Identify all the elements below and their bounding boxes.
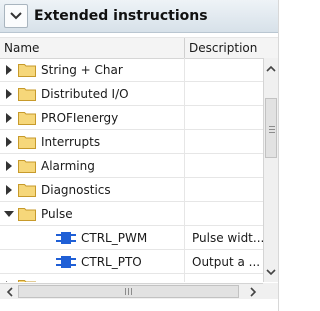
tree-item-alarming[interactable]: Alarming xyxy=(0,154,263,178)
folder-icon xyxy=(18,280,36,282)
folder-icon xyxy=(18,64,36,77)
description-cell xyxy=(184,82,263,105)
tree-item-label: Distributed I/O xyxy=(41,87,129,101)
chevron-right-icon xyxy=(249,286,256,297)
instructions-tree: String + Char Distributed I/O PROFIenerg… xyxy=(0,58,263,282)
triangle-right-icon[interactable] xyxy=(4,113,14,123)
tree-item-label: Diagnostics xyxy=(41,183,111,197)
description-text: Output a ... xyxy=(192,255,261,269)
chevron-down-icon[interactable] xyxy=(4,4,28,28)
triangle-right-icon[interactable] xyxy=(4,161,14,171)
tree-item-string-char[interactable]: String + Char xyxy=(0,58,263,82)
description-cell xyxy=(184,274,263,282)
tree-item-label: String + Char xyxy=(41,63,123,77)
description-cell: Pulse widt... xyxy=(184,226,263,249)
column-header: Name Description xyxy=(0,37,278,59)
folder-icon xyxy=(18,208,36,221)
tree-item-ctrl-pwm[interactable]: CTRL_PWM Pulse widt... xyxy=(0,226,263,250)
scroll-down-button[interactable] xyxy=(264,264,278,280)
triangle-right-icon[interactable] xyxy=(4,89,14,99)
tree-item-diagnostics[interactable]: Diagnostics xyxy=(0,178,263,202)
folder-icon xyxy=(18,112,36,125)
folder-icon xyxy=(18,160,36,173)
horizontal-scrollbar[interactable] xyxy=(0,283,278,299)
tree-item-label: Pulse xyxy=(41,207,73,221)
panel-title-bar[interactable]: Extended instructions xyxy=(0,0,278,33)
description-cell xyxy=(184,106,263,129)
description-cell: Output a ... xyxy=(184,250,263,273)
tree-item-partial[interactable] xyxy=(0,274,263,282)
tree-item-label: CTRL_PWM xyxy=(81,231,148,245)
column-separator[interactable] xyxy=(184,38,185,58)
tree-item-interrupts[interactable]: Interrupts xyxy=(0,130,263,154)
folder-icon xyxy=(18,88,36,101)
scrollbar-corner xyxy=(263,283,278,299)
tree-item-label: Alarming xyxy=(41,159,95,173)
triangle-right-icon[interactable] xyxy=(4,65,14,75)
tree-item-label: CTRL_PTO xyxy=(81,255,142,269)
chevron-left-icon xyxy=(6,286,13,297)
triangle-right-icon[interactable] xyxy=(4,137,14,147)
function-block-icon xyxy=(56,232,76,244)
description-cell xyxy=(184,58,263,81)
scroll-left-button[interactable] xyxy=(1,284,17,299)
tree-item-pulse[interactable]: Pulse xyxy=(0,202,263,226)
triangle-down-icon[interactable] xyxy=(4,209,14,219)
folder-icon xyxy=(18,136,36,149)
vertical-scroll-thumb[interactable] xyxy=(265,98,277,158)
tree-item-ctrl-pto[interactable]: CTRL_PTO Output a ... xyxy=(0,250,263,274)
chevron-up-icon xyxy=(266,65,276,72)
description-text: Pulse widt... xyxy=(192,231,263,245)
tree-item-label: Interrupts xyxy=(41,135,101,149)
description-cell xyxy=(184,154,263,177)
description-cell xyxy=(184,178,263,201)
panel-title: Extended instructions xyxy=(34,8,208,24)
horizontal-scroll-thumb[interactable] xyxy=(18,285,239,298)
function-block-icon xyxy=(56,256,76,268)
panel-edge xyxy=(278,0,293,311)
chevron-down-icon xyxy=(266,268,276,275)
description-cell xyxy=(184,130,263,153)
vertical-scrollbar[interactable] xyxy=(263,58,278,282)
column-name-header[interactable]: Name xyxy=(4,41,39,55)
scroll-up-button[interactable] xyxy=(264,60,278,76)
tree-item-distributed-io[interactable]: Distributed I/O xyxy=(0,82,263,106)
triangle-right-icon[interactable] xyxy=(4,185,14,195)
column-description-header[interactable]: Description xyxy=(189,41,257,55)
tree-item-profienergy[interactable]: PROFIenergy xyxy=(0,106,263,130)
tree-item-label: PROFIenergy xyxy=(41,111,119,125)
triangle-right-icon[interactable] xyxy=(4,281,14,282)
scroll-right-button[interactable] xyxy=(245,284,261,299)
description-cell xyxy=(184,202,263,225)
folder-icon xyxy=(18,184,36,197)
extended-instructions-panel: Extended instructions Name Description S… xyxy=(0,0,278,311)
